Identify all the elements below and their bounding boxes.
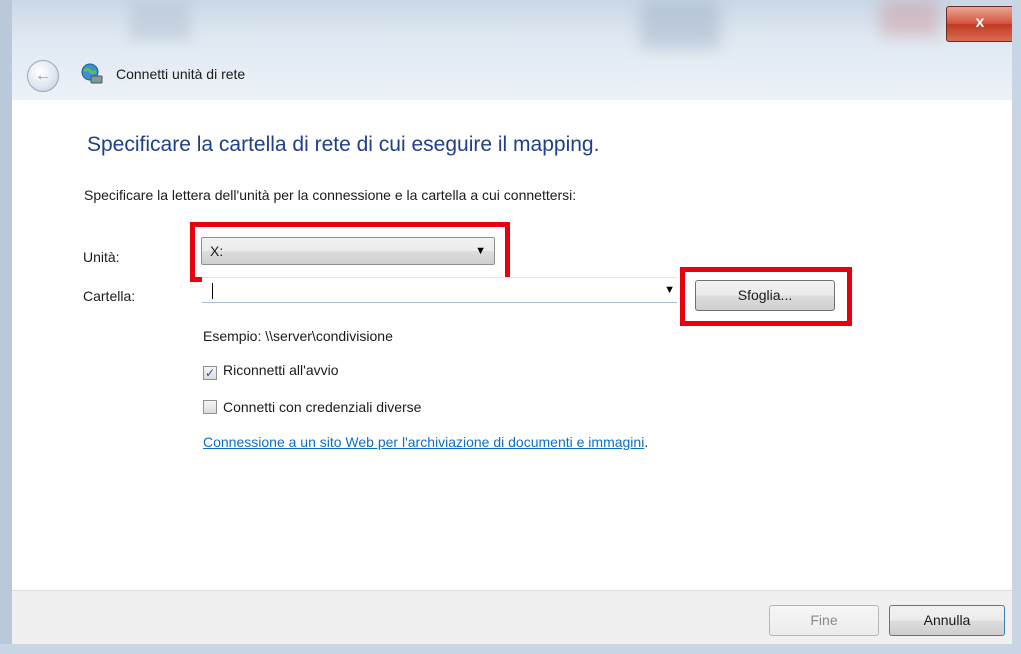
dialog-content: Specificare la cartella di rete di cui e… xyxy=(12,100,1012,590)
link-suffix: . xyxy=(644,434,649,450)
reconnect-checkbox[interactable]: ✓ xyxy=(203,366,217,380)
background-blur xyxy=(880,0,940,36)
back-arrow-icon: ← xyxy=(35,67,51,84)
drive-select-value: X: xyxy=(210,243,224,259)
background-blur xyxy=(130,0,190,40)
window-border-bottom xyxy=(0,644,1021,654)
cancel-button[interactable]: Annulla xyxy=(889,605,1005,636)
close-button[interactable]: x xyxy=(946,6,1014,42)
close-icon: x xyxy=(975,14,985,31)
credentials-checkbox[interactable] xyxy=(203,400,217,414)
drive-label: Unità: xyxy=(83,249,120,265)
folder-label: Cartella: xyxy=(83,288,136,304)
dropdown-arrow-icon: ▼ xyxy=(475,245,486,257)
back-button[interactable]: ← xyxy=(27,60,59,92)
dialog-footer: Fine Annulla xyxy=(12,590,1012,645)
instruction-text: Specificare la lettera dell'unità per la… xyxy=(84,187,577,203)
window-border-right xyxy=(1012,0,1021,654)
example-text: Esempio: \\server\condivisione xyxy=(203,328,393,344)
web-site-link[interactable]: Connessione a un sito Web per l'archivia… xyxy=(203,434,644,450)
text-caret xyxy=(212,283,213,300)
navigation-bar: ← Connetti unità di rete xyxy=(12,50,1012,94)
reconnect-option[interactable]: ✓ Riconnetti all'avvio xyxy=(203,362,339,380)
drive-select[interactable]: X: ▼ xyxy=(201,237,495,265)
network-drive-icon xyxy=(81,63,103,84)
credentials-label: Connetti con credenziali diverse xyxy=(223,399,422,415)
window-border-left xyxy=(0,0,12,654)
reconnect-label: Riconnetti all'avvio xyxy=(223,362,339,378)
browse-button[interactable]: Sfoglia... xyxy=(695,280,835,311)
folder-input[interactable]: ▼ xyxy=(202,277,677,303)
web-site-link-row: Connessione a un sito Web per l'archivia… xyxy=(203,434,648,450)
finish-button[interactable]: Fine xyxy=(769,605,879,636)
page-heading: Specificare la cartella di rete di cui e… xyxy=(87,133,600,156)
window-title: Connetti unità di rete xyxy=(116,66,246,82)
credentials-option[interactable]: Connetti con credenziali diverse xyxy=(203,399,421,415)
dropdown-arrow-icon[interactable]: ▼ xyxy=(664,278,675,302)
background-blur xyxy=(640,0,720,48)
